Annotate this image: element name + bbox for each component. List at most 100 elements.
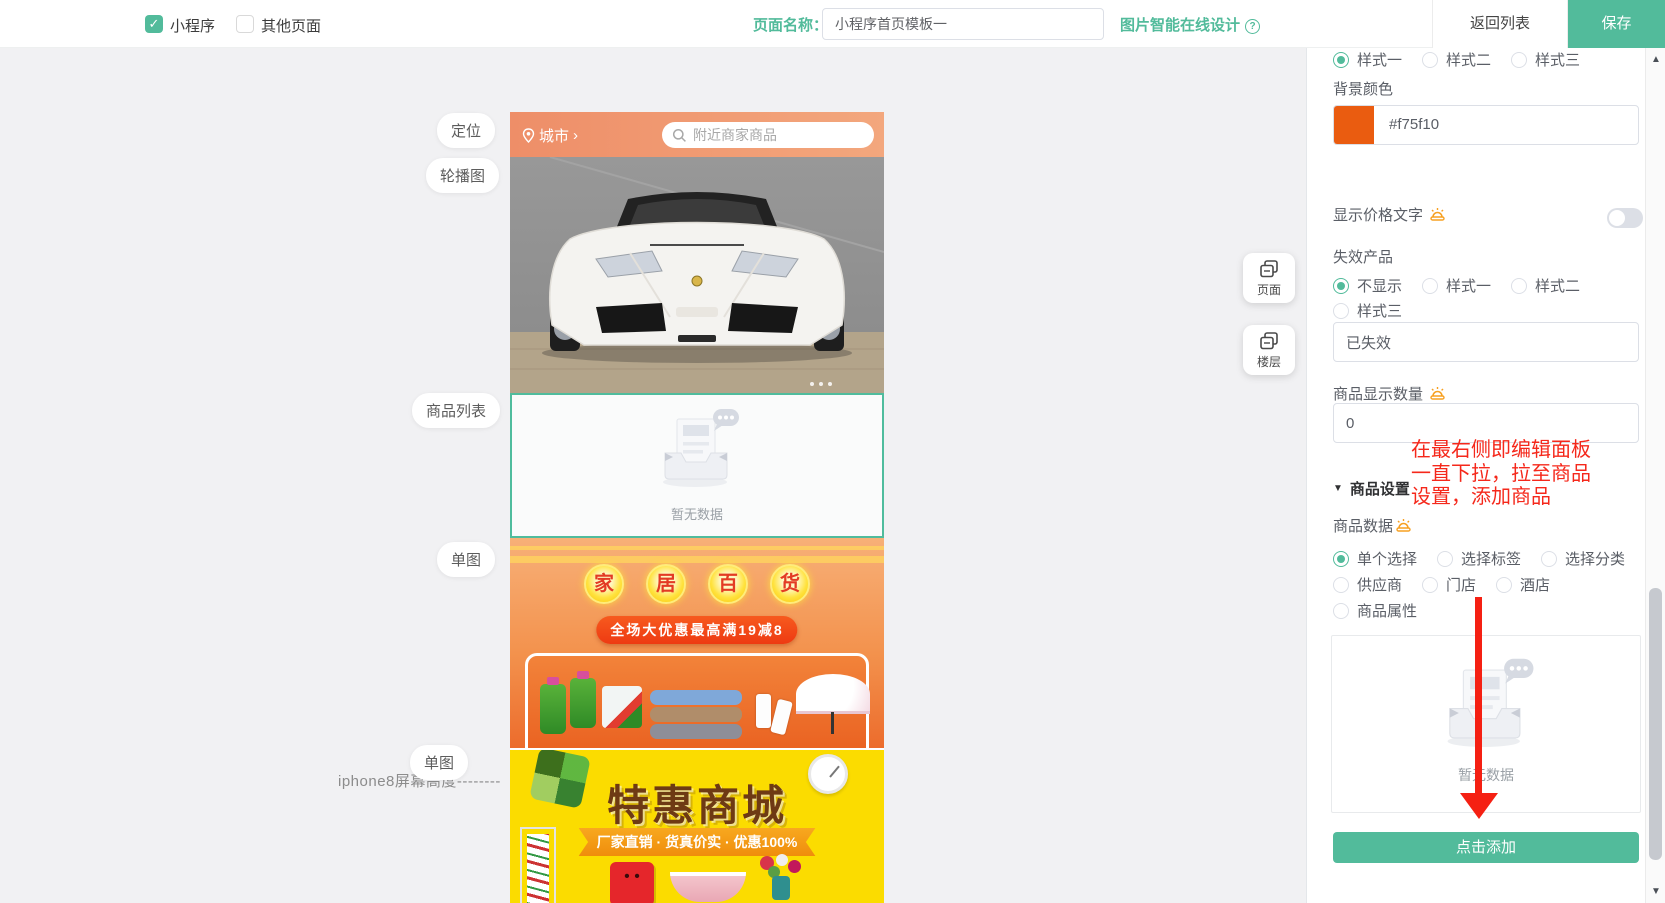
save-button[interactable]: 保存 [1568,0,1665,48]
scrollbar-thumb[interactable] [1649,588,1662,860]
detergent-bottle [570,678,596,728]
single-image-banner-1[interactable]: 家 居 百 货 全场大优惠最高满19减8 [510,538,884,748]
single-image-banner-2[interactable]: 特惠商城 厂家直销 · 货真价实 · 优惠100% [510,750,884,903]
show-price-toggle[interactable] [1607,208,1643,228]
radio-style-1[interactable]: 样式一 [1333,49,1402,70]
scrollbar-up-arrow[interactable]: ▲ [1646,54,1665,65]
display-count-label-row: 商品显示数量 [1333,383,1446,404]
radio-hotel[interactable]: 酒店 [1496,574,1550,595]
product-data-label-row: 商品数据 [1333,515,1412,536]
invalid-text-input[interactable] [1333,322,1639,362]
radio-supplier[interactable]: 供应商 [1333,574,1402,595]
mini-program-checkbox-label[interactable]: 小程序 [170,15,215,36]
toothpaste [770,699,793,736]
banner1-coins: 家 居 百 货 [510,564,884,604]
floor-layers-button[interactable]: 楼层 [1243,325,1295,375]
page-layers-button[interactable]: 页面 [1243,253,1295,303]
radio-product-attribute[interactable]: 商品属性 [1333,600,1417,621]
towel [650,690,742,705]
tutorial-annotation-text: 在最右侧即编辑面板 一直下拉，拉至商品 设置，添加商品 [1411,439,1626,510]
phone-header-location-bar[interactable]: 城市 › 附近商家商品 [510,112,884,157]
data-source-group-row3: 商品属性 [1333,600,1417,621]
component-label-product-list[interactable]: 商品列表 [412,393,500,428]
radio-invalid-style-1[interactable]: 样式一 [1422,275,1491,296]
layers-icon [1259,331,1279,351]
data-source-group-row1: 单个选择 选择标签 选择分类 [1333,548,1625,569]
radio-invalid-style-3[interactable]: 样式三 [1333,300,1402,321]
show-price-label-row: 显示价格文字 [1333,204,1446,225]
invalid-product-label: 失效产品 [1333,246,1393,267]
back-to-list-button[interactable]: 返回列表 [1432,0,1568,48]
phone-preview: 城市 › 附近商家商品 [510,112,884,903]
other-pages-checkbox-label[interactable]: 其他页面 [261,15,321,36]
page-name-input[interactable] [822,8,1104,40]
radio-style-2[interactable]: 样式二 [1422,49,1491,70]
invalid-radio-group-row2: 样式三 [1333,300,1402,321]
product-list-empty-text: 暂无数据 [512,504,882,523]
invalid-radio-group-row1: 不显示 样式一 样式二 [1333,275,1580,296]
city-label: 城市 [539,125,569,146]
bg-color-label: 背景颜色 [1333,78,1393,99]
component-label-single-image-2[interactable]: 单图 [410,745,468,780]
collapse-triangle-icon: ▼ [1333,483,1343,494]
alarm-icon [1395,517,1412,534]
product-data-empty-box: 暂无数据 [1331,635,1641,813]
bg-color-input[interactable]: #f75f10 [1333,105,1639,145]
banner2-title: 特惠商城 [510,772,884,833]
city-selector[interactable]: 城市 › [522,125,578,146]
page-editor-app: ✓ 小程序 其他页面 页面名称： 图片智能在线设计? 返回列表 保存 定位 轮播… [0,0,1665,903]
other-pages-checkbox[interactable] [236,15,254,33]
search-icon [672,128,687,143]
component-label-position[interactable]: 定位 [437,113,495,148]
empty-inbox-icon [651,409,743,489]
radio-style-3[interactable]: 样式三 [1511,49,1580,70]
page-layers-label: 页面 [1257,281,1281,298]
bg-color-value: #f75f10 [1389,116,1439,133]
flowers-decor [752,854,812,900]
page-name-label: 页面名称： [753,14,828,35]
product-settings-section-header[interactable]: ▼ 商品设置 [1333,478,1410,499]
top-toolbar: ✓ 小程序 其他页面 页面名称： 图片智能在线设计? 返回列表 保存 [0,0,1665,48]
display-count-input[interactable] [1333,403,1639,443]
mini-program-checkbox[interactable]: ✓ [145,15,163,33]
location-pin-icon [522,128,535,143]
component-label-carousel[interactable]: 轮播图 [426,158,499,193]
radio-single-select[interactable]: 单个选择 [1333,548,1417,569]
coin-char: 百 [708,564,748,604]
radio-select-category[interactable]: 选择分类 [1541,548,1625,569]
radio-store[interactable]: 门店 [1422,574,1476,595]
banner1-promo-text: 全场大优惠最高满19减8 [596,616,797,644]
carousel-indicator-dots [810,382,832,386]
smart-design-link[interactable]: 图片智能在线设计 [1120,17,1240,34]
chevron-right-icon: › [573,127,578,144]
coin-char: 居 [646,564,686,604]
towel [650,724,742,739]
banner2-subtitle-ribbon: 厂家直销 · 货真价实 · 优惠100% [579,828,816,856]
radio-select-tag[interactable]: 选择标签 [1437,548,1521,569]
data-source-group-row2: 供应商 门店 酒店 [1333,574,1550,595]
detergent-bottle [540,684,566,734]
add-product-button[interactable]: 点击添加 [1333,832,1639,863]
settings-panel: 样式一 样式二 样式三 背景颜色 #f75f10 显示价格文字 失效产品 不显示… [1306,48,1645,903]
empty-inbox-icon [1434,658,1538,750]
scrollbar-down-arrow[interactable]: ▼ [1646,886,1665,897]
carousel-banner[interactable] [510,157,884,393]
car-photo [510,157,884,393]
towel [650,707,742,722]
color-swatch[interactable] [1334,106,1374,144]
radio-invalid-hide[interactable]: 不显示 [1333,275,1402,296]
style-radio-group: 样式一 样式二 样式三 [1333,49,1580,70]
robot-decor [610,862,654,903]
radio-invalid-style-2[interactable]: 样式二 [1511,275,1580,296]
product-data-empty-text: 暂无数据 [1332,765,1640,785]
product-list-component-selected[interactable]: 暂无数据 [510,393,884,538]
alarm-icon [1429,385,1446,402]
toothpaste [756,694,771,728]
search-input[interactable]: 附近商家商品 [662,122,874,148]
alarm-icon [1429,206,1446,223]
component-label-single-image-1[interactable]: 单图 [437,542,495,577]
page-scrollbar[interactable]: ▲ ▼ [1645,48,1665,903]
banner1-products-panel [525,653,869,748]
help-icon[interactable]: ? [1245,19,1260,34]
layers-icon [1259,259,1279,279]
